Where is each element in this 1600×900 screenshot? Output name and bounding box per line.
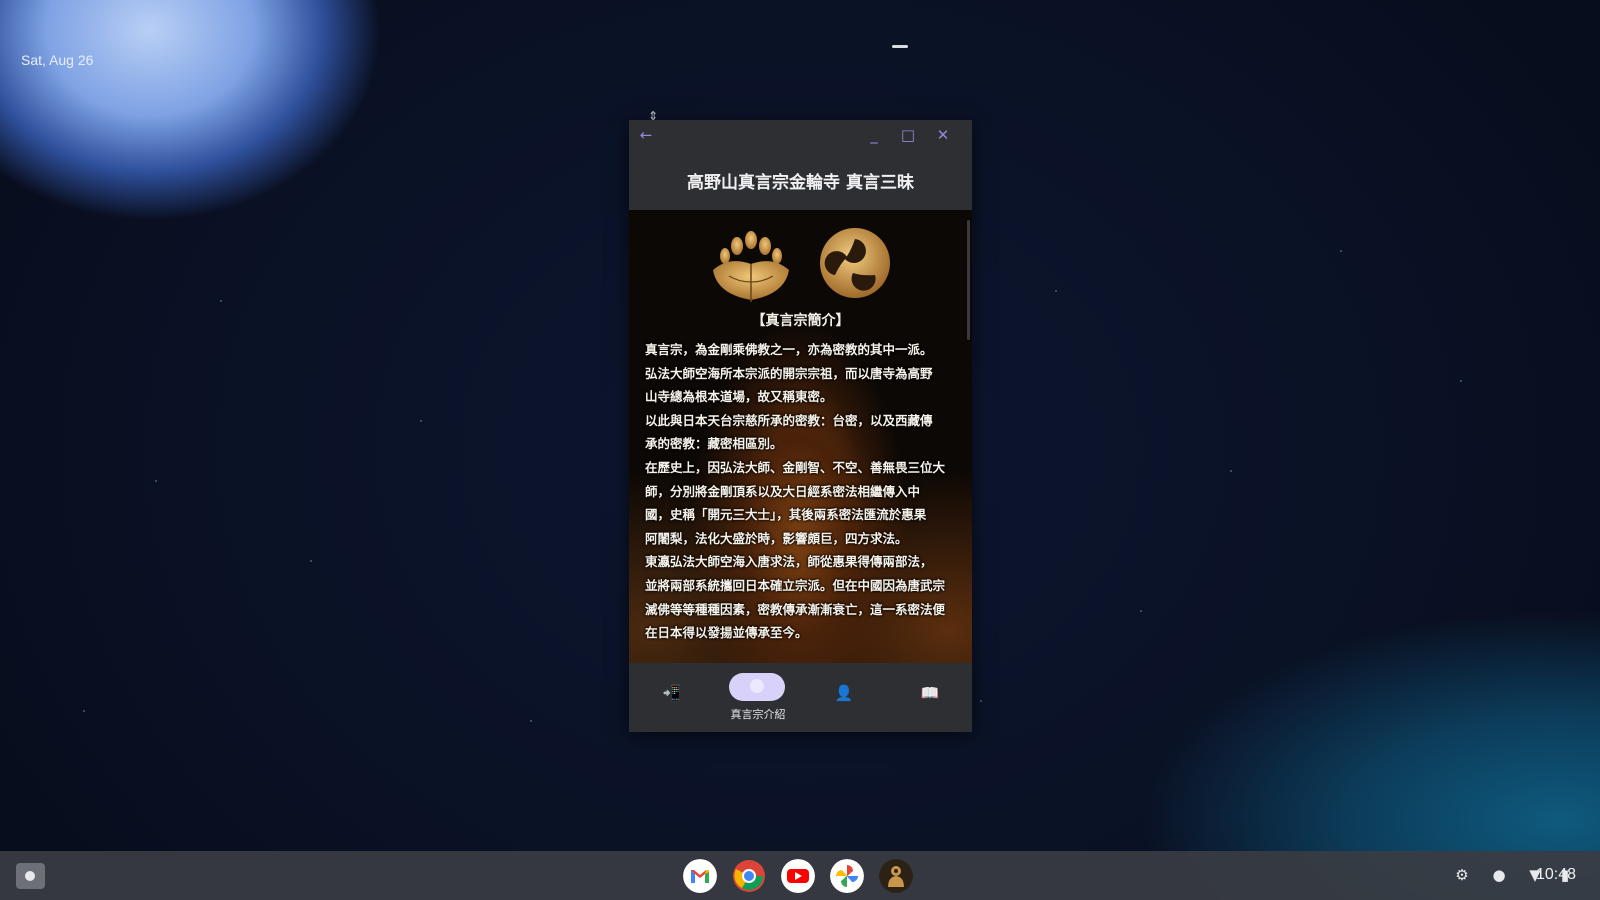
scrollbar[interactable]: [967, 220, 970, 340]
app-header: 高野山真言宗金輪寺 真言三昧: [629, 150, 972, 210]
article-line: 真言宗，為金剛乘佛教之一，亦為密教的其中一派。: [645, 342, 933, 357]
article-line: 師，分別將金剛頂系以及大日經系密法相繼傳入中: [645, 483, 921, 499]
app-window: ← _ □ ✕ 高野山真言宗金輪寺 真言三昧 【真言宗簡介】 真言宗，為金剛乘佛…: [629, 120, 972, 732]
bottom-navigation: 📲 真言宗介紹 👤 📖: [629, 663, 972, 732]
maximize-button[interactable]: □: [897, 124, 919, 146]
phone-icon: 📲: [662, 684, 682, 702]
window-titlebar[interactable]: ← _ □ ✕: [629, 120, 972, 150]
nav-item-profile[interactable]: 👤: [801, 663, 887, 732]
nav-label: 真言宗介紹: [730, 708, 786, 721]
active-app-indicator: [892, 45, 908, 48]
photos-icon[interactable]: [830, 859, 864, 893]
temple-icon: [750, 679, 764, 693]
minimize-button[interactable]: _: [863, 124, 885, 146]
temple-app-icon[interactable]: [879, 859, 913, 893]
youtube-icon[interactable]: [781, 859, 815, 893]
article-line: 滅佛等等種種因素，密教傳承漸漸衰亡，這一系密法便: [645, 601, 946, 617]
paulownia-crest-icon: [713, 231, 789, 302]
crests: [629, 224, 972, 304]
article-line: 在歷史上，因弘法大師、金剛智、不空、善無畏三位大: [645, 459, 946, 475]
page-title: 高野山真言宗金輪寺 真言三昧: [687, 172, 914, 193]
article-line: 承的密教：藏密相區別。: [645, 436, 783, 452]
nav-item-sutra[interactable]: 📖: [887, 663, 973, 732]
chrome-icon[interactable]: [732, 859, 766, 893]
content-scroll-area[interactable]: 【真言宗簡介】 真言宗，為金剛乘佛教之一，亦為密教的其中一派。 弘法大師空海所本…: [629, 210, 972, 663]
nav-item-contact[interactable]: 📲: [629, 663, 715, 732]
book-icon: 📖: [920, 684, 940, 702]
article-line: 阿闍梨，法化大盛於時，影響頗巨，四方求法。: [645, 530, 908, 546]
section-heading: 【真言宗簡介】: [751, 313, 850, 329]
gmail-icon[interactable]: [683, 859, 717, 893]
article-line: 以此與日本天台宗慈所承的密教：台密，以及西藏傳: [645, 412, 933, 428]
article-line: 東瀛弘法大師空海入唐求法，師從惠果得傳兩部法，: [645, 554, 933, 570]
clock[interactable]: 10:48: [1536, 866, 1576, 884]
nav-active-indicator: [729, 673, 785, 701]
launcher-button[interactable]: [16, 863, 45, 889]
desktop-date: Sat, Aug 26: [21, 52, 94, 68]
article-line: 山寺總為根本道場，故又稱東密。: [645, 389, 833, 405]
article-line: 國，史稱「開元三大士」，其後兩系密法匯流於惠果: [645, 507, 927, 523]
back-arrow-icon[interactable]: ←: [635, 124, 657, 146]
person-icon: 👤: [834, 684, 854, 702]
article-text: 真言宗，為金剛乘佛教之一，亦為密教的其中一派。 弘法大師空海所本宗派的開宗宗祖，…: [645, 338, 957, 645]
article-line: 並將兩部系統攜回日本確立宗派。但在中國因為唐武宗: [645, 577, 946, 593]
settings-icon[interactable]: ⚙: [1453, 866, 1471, 884]
article-line: 弘法大師空海所本宗派的開宗宗祖，而以唐寺為高野: [645, 365, 933, 381]
close-button[interactable]: ✕: [932, 124, 954, 146]
status-tray[interactable]: ⚙ ● ▼ ▮ 10:48: [1340, 851, 1600, 900]
info-icon[interactable]: ●: [1490, 866, 1508, 884]
shelf: ⚙ ● ▼ ▮ 10:48: [0, 45, 1600, 900]
article-line: 在日本得以發揚並傳承至今。: [645, 625, 808, 641]
nav-item-shingon-intro[interactable]: 真言宗介紹: [715, 663, 801, 732]
mitsudomoe-crest-icon: [820, 228, 890, 298]
